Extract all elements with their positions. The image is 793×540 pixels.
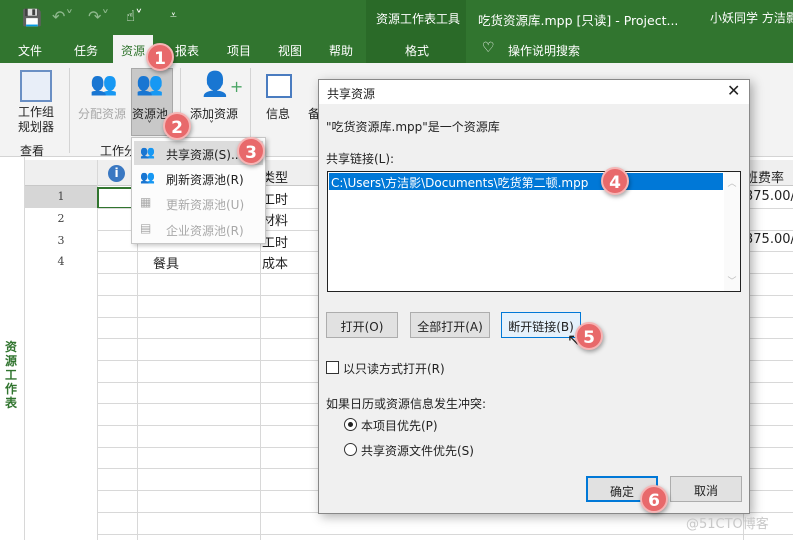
open-all-button[interactable]: 全部打开(A) xyxy=(410,312,490,338)
step-badge: 1 xyxy=(146,43,174,71)
menu-item-label: 企业资源池(R) xyxy=(166,224,244,238)
undo-icon[interactable]: ↶˅ xyxy=(52,7,73,26)
share-resources-dialog: 共享资源 ✕ "吃货资源库.mpp"是一个资源库 共享链接(L): C:\Use… xyxy=(318,79,750,514)
scroll-down-icon[interactable]: ﹀ xyxy=(724,274,740,287)
tab-report[interactable]: 报表 xyxy=(175,42,199,59)
radio-project-first-label[interactable]: 本项目优先(P) xyxy=(361,417,438,434)
row-number: 3 xyxy=(57,234,65,247)
view-label: 资源工作表 xyxy=(5,340,18,410)
chevron-down-icon: ˅ xyxy=(209,120,214,131)
menu-item-label: 共享资源(S)... xyxy=(166,148,243,162)
team-planner-icon xyxy=(20,70,52,102)
save-icon[interactable]: 💾 xyxy=(22,8,42,27)
radio-project-first[interactable] xyxy=(344,418,357,431)
readonly-checkbox[interactable] xyxy=(326,361,339,374)
rate-cell[interactable]: 375.00/ xyxy=(745,189,793,204)
tab-project[interactable]: 项目 xyxy=(227,42,251,59)
rate-cell[interactable]: 375.00/ xyxy=(745,232,793,247)
radio-shared-first[interactable] xyxy=(344,443,357,456)
links-listbox[interactable]: C:\Users\方洁影\Documents\吃货第二顿.mpp ︿ ﹀ xyxy=(327,171,741,292)
step-badge: 4 xyxy=(601,167,629,195)
team-planner-label-2: 规划器 xyxy=(17,120,54,134)
menu-item-update-pool: ▦ 更新资源池(U) xyxy=(134,191,263,215)
chevron-down-icon: ˅ xyxy=(147,120,152,131)
tab-view[interactable]: 视图 xyxy=(278,42,302,59)
links-label: 共享链接(L): xyxy=(326,152,395,166)
grid-line xyxy=(97,160,98,540)
grid-line xyxy=(97,533,793,535)
step-badge: 5 xyxy=(575,322,603,350)
cancel-button[interactable]: 取消 xyxy=(670,476,742,502)
information-icon xyxy=(266,74,292,98)
scroll-up-icon[interactable]: ︿ xyxy=(724,176,740,189)
tell-me-search[interactable]: 操作说明搜索 xyxy=(508,42,580,59)
rate-column-header[interactable]: 班费率 xyxy=(745,167,784,186)
menu-item-refresh-pool[interactable]: 👥 刷新资源池(R) xyxy=(134,166,263,190)
assign-resources-button[interactable]: 分配资源 xyxy=(78,105,126,122)
team-planner-label-1: 工作组 xyxy=(17,105,54,119)
redo-icon[interactable]: ↷˅ xyxy=(88,7,109,26)
radio-shared-first-label[interactable]: 共享资源文件优先(S) xyxy=(361,442,474,459)
row-number: 1 xyxy=(57,190,65,203)
row-number: 4 xyxy=(57,255,65,268)
add-resources-button[interactable]: 添加资源 xyxy=(190,105,238,122)
touch-mode-icon[interactable]: ☝˅ xyxy=(126,7,143,25)
information-button[interactable]: 信息 xyxy=(266,105,290,122)
menu-item-label: 更新资源池(U) xyxy=(166,198,245,212)
enterprise-pool-icon: ▤ xyxy=(140,221,152,235)
name-cell[interactable]: 餐具 xyxy=(153,253,179,272)
tab-format[interactable]: 格式 xyxy=(405,42,429,59)
row-number: 2 xyxy=(57,212,65,225)
type-cell[interactable]: 成本 xyxy=(262,253,288,272)
team-planner-button[interactable]: 工作组 规划器 xyxy=(8,105,64,135)
share-resources-icon: 👥 xyxy=(140,145,155,159)
context-tab-title: 资源工作表工具 xyxy=(376,12,461,26)
watermark: @51CTO博客 xyxy=(686,517,769,532)
user-name[interactable]: 小妖同学 方洁影 xyxy=(710,9,793,26)
list-item[interactable]: C:\Users\方洁影\Documents\吃货第二顿.mpp xyxy=(329,173,723,190)
scrollbar[interactable]: ︿ ﹀ xyxy=(724,172,740,291)
dialog-title: 共享资源 xyxy=(327,87,376,101)
info-icon: i xyxy=(108,165,125,182)
readonly-label[interactable]: 以只读方式打开(R) xyxy=(343,360,445,377)
open-button[interactable]: 打开(O) xyxy=(326,312,398,338)
radio-dot xyxy=(348,422,353,427)
close-icon[interactable]: ✕ xyxy=(727,81,740,100)
update-pool-icon: ▦ xyxy=(140,195,152,209)
menu-item-enterprise-pool: ▤ 企业资源池(R) xyxy=(134,217,263,241)
tab-file[interactable]: 文件 xyxy=(18,42,42,59)
divider xyxy=(69,68,70,153)
lightbulb-icon: ♡ xyxy=(482,40,495,56)
add-resource-icon: 👤+ xyxy=(200,70,244,98)
step-badge: 3 xyxy=(237,137,265,165)
assign-resources-icon: 👥 xyxy=(90,72,118,97)
document-title: 吃货资源库.mpp [只读] - Project... xyxy=(478,13,679,28)
dialog-title-bar xyxy=(319,80,749,104)
step-badge: 6 xyxy=(640,485,668,513)
conflict-label: 如果日历或资源信息发生冲突: xyxy=(326,397,487,411)
dialog-description: "吃货资源库.mpp"是一个资源库 xyxy=(326,120,500,134)
step-badge: 2 xyxy=(163,112,191,140)
menu-item-label: 刷新资源池(R) xyxy=(166,173,244,187)
refresh-pool-icon: 👥 xyxy=(140,170,155,184)
customize-qat-icon[interactable]: ⩡ xyxy=(170,8,177,23)
tab-help[interactable]: 帮助 xyxy=(329,42,353,59)
tab-task[interactable]: 任务 xyxy=(74,42,98,59)
resource-pool-icon: 👥 xyxy=(136,72,164,97)
